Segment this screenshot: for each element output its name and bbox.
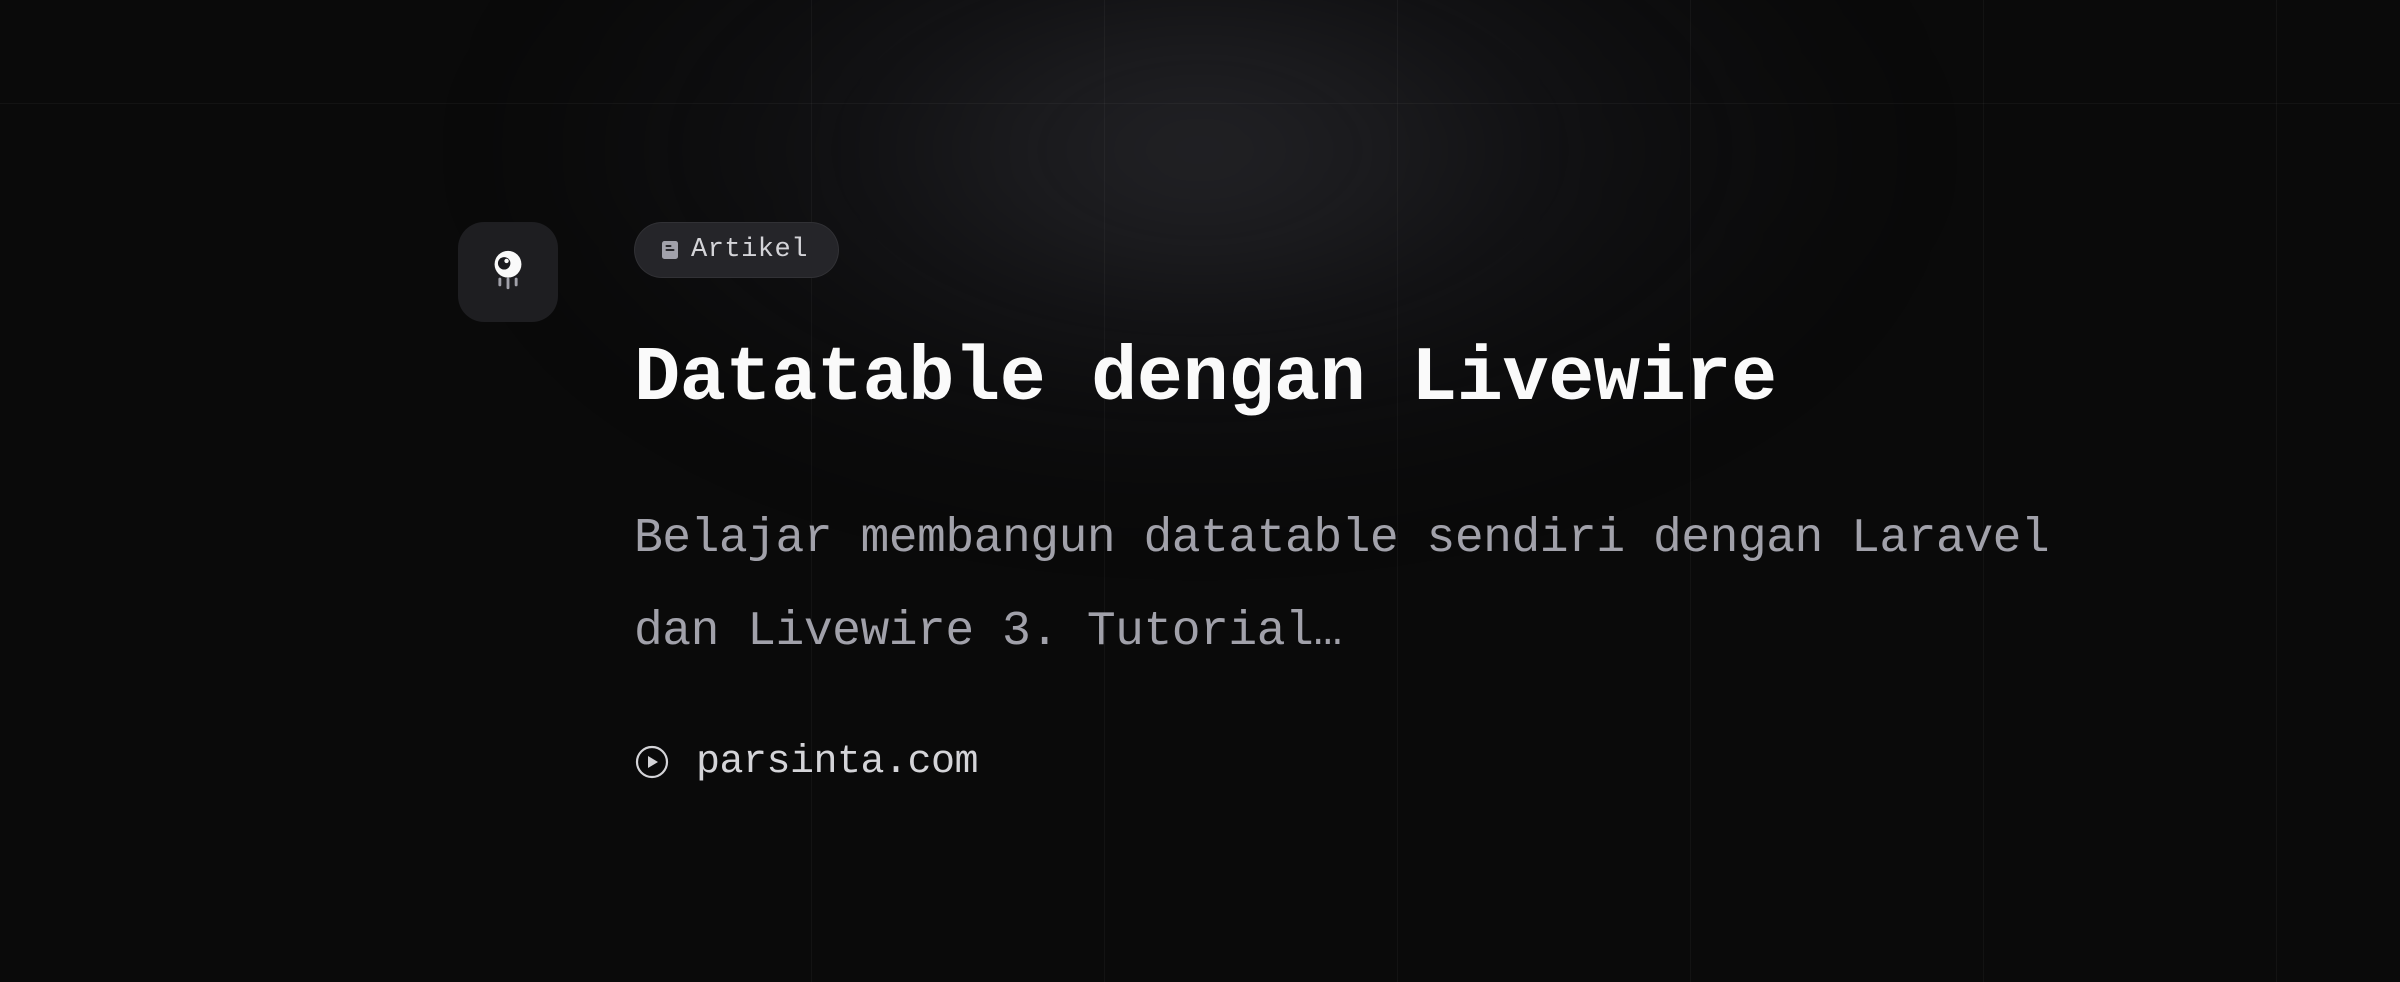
article-title: Datatable dengan Livewire — [634, 338, 2064, 423]
source-row[interactable]: parsinta.com — [634, 740, 2064, 785]
source-label: parsinta.com — [696, 740, 978, 785]
play-circle-icon — [634, 744, 670, 780]
main-content: Artikel Datatable dengan Livewire Belaja… — [634, 222, 2064, 785]
document-icon — [659, 239, 681, 261]
category-label: Artikel — [691, 235, 808, 265]
content-wrapper: Artikel Datatable dengan Livewire Belaja… — [0, 0, 2400, 785]
category-pill[interactable]: Artikel — [634, 222, 839, 278]
article-description: Belajar membangun datatable sendiri deng… — [634, 493, 2064, 680]
logo-icon — [485, 247, 531, 298]
logo-badge — [458, 222, 558, 322]
